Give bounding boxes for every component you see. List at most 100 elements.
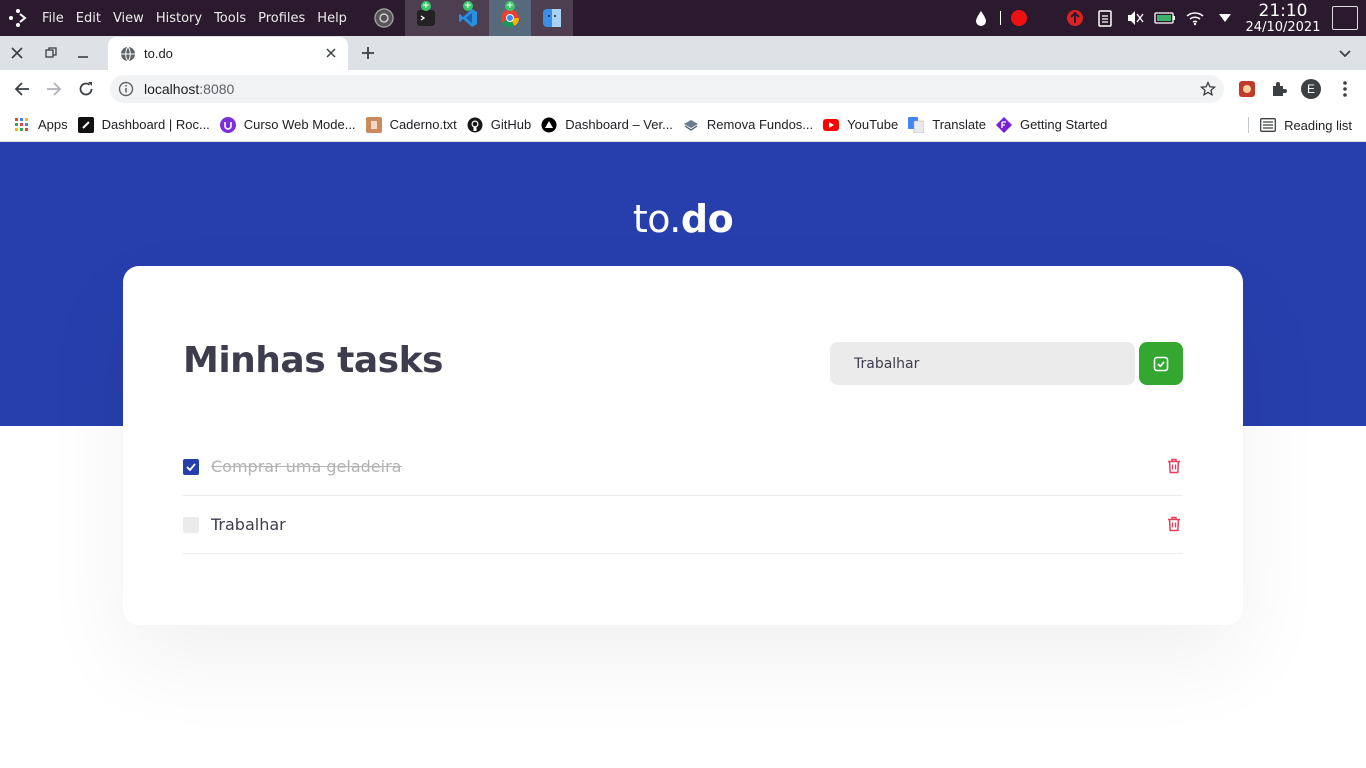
bookmark-remova-fundos[interactable]: Remova Fundos... bbox=[681, 111, 819, 139]
close-icon bbox=[11, 47, 23, 59]
minimize-icon bbox=[78, 56, 88, 58]
page-title: Minhas tasks bbox=[183, 340, 443, 381]
bookmarks-divider bbox=[1248, 117, 1250, 133]
task-text: Comprar uma geladeira bbox=[211, 457, 402, 476]
bookmark-curso-web[interactable]: Curso Web Mode... bbox=[218, 111, 362, 139]
clock[interactable]: 21:10 24/10/2021 bbox=[1240, 0, 1326, 34]
taskbar-app-settings[interactable] bbox=[363, 0, 405, 36]
new-task-input[interactable] bbox=[830, 342, 1135, 385]
wifi-icon[interactable] bbox=[1180, 0, 1210, 36]
task-item: Trabalhar bbox=[183, 496, 1183, 554]
reading-list-icon bbox=[1260, 118, 1277, 132]
browser-menu-button[interactable] bbox=[1334, 78, 1356, 100]
bookmark-star-button[interactable] bbox=[1198, 79, 1218, 99]
volume-muted-icon[interactable] bbox=[1120, 0, 1150, 36]
reload-button[interactable] bbox=[72, 76, 100, 102]
bookmark-translate[interactable]: Translate bbox=[906, 111, 992, 139]
finder-app-icon bbox=[542, 9, 561, 27]
tab-todo[interactable]: to.do bbox=[108, 37, 348, 70]
drop-icon[interactable] bbox=[966, 0, 996, 36]
task-checkbox[interactable] bbox=[183, 517, 199, 533]
new-tab-button[interactable] bbox=[356, 41, 380, 65]
reading-list-button[interactable]: Reading list bbox=[1248, 111, 1352, 139]
youtube-icon bbox=[823, 117, 840, 133]
clipboard-icon[interactable] bbox=[1090, 0, 1120, 36]
app-logo: to.do bbox=[0, 197, 1366, 241]
system-tray: 21:10 24/10/2021 bbox=[966, 0, 1366, 36]
record-icon[interactable] bbox=[1004, 0, 1034, 36]
window-close-button[interactable] bbox=[2, 36, 32, 70]
taskbar-app-vscode[interactable]: + bbox=[446, 0, 489, 36]
notebook-icon bbox=[365, 116, 382, 133]
tray-spacer bbox=[1034, 0, 1060, 36]
task-text: Trabalhar bbox=[211, 515, 286, 534]
reload-icon bbox=[79, 82, 93, 96]
trash-icon[interactable] bbox=[1167, 458, 1181, 474]
menu-tools[interactable]: Tools bbox=[208, 11, 252, 26]
tab-close-button[interactable] bbox=[322, 44, 340, 62]
menu-profiles[interactable]: Profiles bbox=[252, 11, 311, 26]
bookmark-label: Remova Fundos... bbox=[706, 117, 814, 132]
arrow-right-icon bbox=[47, 82, 62, 96]
task-list: Comprar uma geladeira Trabalhar bbox=[183, 438, 1183, 554]
kebab-menu-icon bbox=[1343, 81, 1347, 97]
bookmark-dashboard-rocketseat[interactable]: Dashboard | Roc... bbox=[76, 111, 216, 139]
menu-file[interactable]: File bbox=[36, 11, 70, 26]
extensions-button[interactable] bbox=[1268, 78, 1290, 100]
window-restore-button[interactable] bbox=[36, 36, 66, 70]
bookmark-github[interactable]: GitHub bbox=[465, 111, 537, 139]
globe-icon bbox=[121, 46, 135, 61]
update-icon[interactable] bbox=[1060, 0, 1090, 36]
launcher-icon[interactable] bbox=[0, 0, 36, 36]
bookmark-label: Getting Started bbox=[1019, 117, 1108, 132]
bookmark-vercel-dashboard[interactable]: Dashboard – Ver... bbox=[539, 111, 679, 139]
bookmarks-bar: Apps Dashboard | Roc... Curso Web Mode..… bbox=[0, 108, 1366, 142]
window-minimize-button[interactable] bbox=[68, 36, 98, 70]
forward-button[interactable] bbox=[40, 76, 68, 102]
bookmark-label: Apps bbox=[38, 117, 68, 132]
task-checkbox[interactable] bbox=[183, 459, 199, 475]
tab-title: to.do bbox=[144, 46, 173, 61]
tasks-card: Minhas tasks Comprar uma geladeira Traba… bbox=[123, 266, 1243, 625]
menu-help[interactable]: Help bbox=[311, 11, 353, 26]
show-desktop-button[interactable] bbox=[1332, 6, 1358, 30]
os-top-panel: File Edit View History Tools Profiles He… bbox=[0, 0, 1366, 36]
bookmark-label: YouTube bbox=[847, 117, 899, 132]
tray-expand-icon[interactable] bbox=[1210, 0, 1240, 36]
url-port: :8080 bbox=[199, 81, 235, 97]
puzzle-icon bbox=[1273, 82, 1287, 96]
taskbar-app-chrome[interactable]: + bbox=[488, 0, 531, 36]
bookmark-youtube[interactable]: YouTube bbox=[821, 111, 904, 139]
apps-grid-icon bbox=[14, 117, 30, 133]
bookmark-caderno[interactable]: Caderno.txt bbox=[364, 111, 463, 139]
url-text: localhost:8080 bbox=[144, 81, 234, 97]
bookmark-label: Dashboard – Ver... bbox=[565, 117, 673, 132]
browser-tabstrip: to.do bbox=[0, 36, 1366, 70]
taskbar-app-finder[interactable] bbox=[530, 0, 573, 36]
info-icon[interactable] bbox=[118, 81, 134, 97]
trash-icon[interactable] bbox=[1167, 516, 1181, 532]
menu-edit[interactable]: Edit bbox=[70, 11, 107, 26]
bookmark-apps[interactable]: Apps bbox=[12, 111, 74, 139]
bookmark-getting-started[interactable]: Getting Started bbox=[994, 111, 1113, 139]
taskbar-apps: + + + bbox=[363, 0, 573, 36]
logo-light-text: to. bbox=[632, 197, 682, 241]
tab-search-button[interactable] bbox=[1336, 44, 1354, 62]
address-bar[interactable]: localhost:8080 bbox=[110, 75, 1224, 103]
menu-history[interactable]: History bbox=[150, 11, 208, 26]
extension-button-adblock[interactable] bbox=[1236, 78, 1258, 100]
browser-toolbar: localhost:8080 E bbox=[0, 70, 1366, 108]
star-icon bbox=[1200, 81, 1216, 97]
clock-time: 21:10 bbox=[1258, 0, 1308, 21]
add-task-button[interactable] bbox=[1139, 342, 1183, 385]
battery-icon[interactable] bbox=[1150, 0, 1180, 36]
bookmark-label: GitHub bbox=[490, 117, 532, 132]
plus-icon bbox=[362, 47, 374, 59]
getting-started-icon bbox=[995, 116, 1012, 133]
profile-button[interactable]: E bbox=[1300, 78, 1322, 100]
back-button[interactable] bbox=[8, 76, 36, 102]
rocketseat-icon bbox=[77, 116, 94, 133]
taskbar-app-terminal[interactable]: + bbox=[404, 0, 447, 36]
menu-view[interactable]: View bbox=[107, 11, 150, 26]
chevron-down-icon bbox=[1339, 50, 1351, 58]
